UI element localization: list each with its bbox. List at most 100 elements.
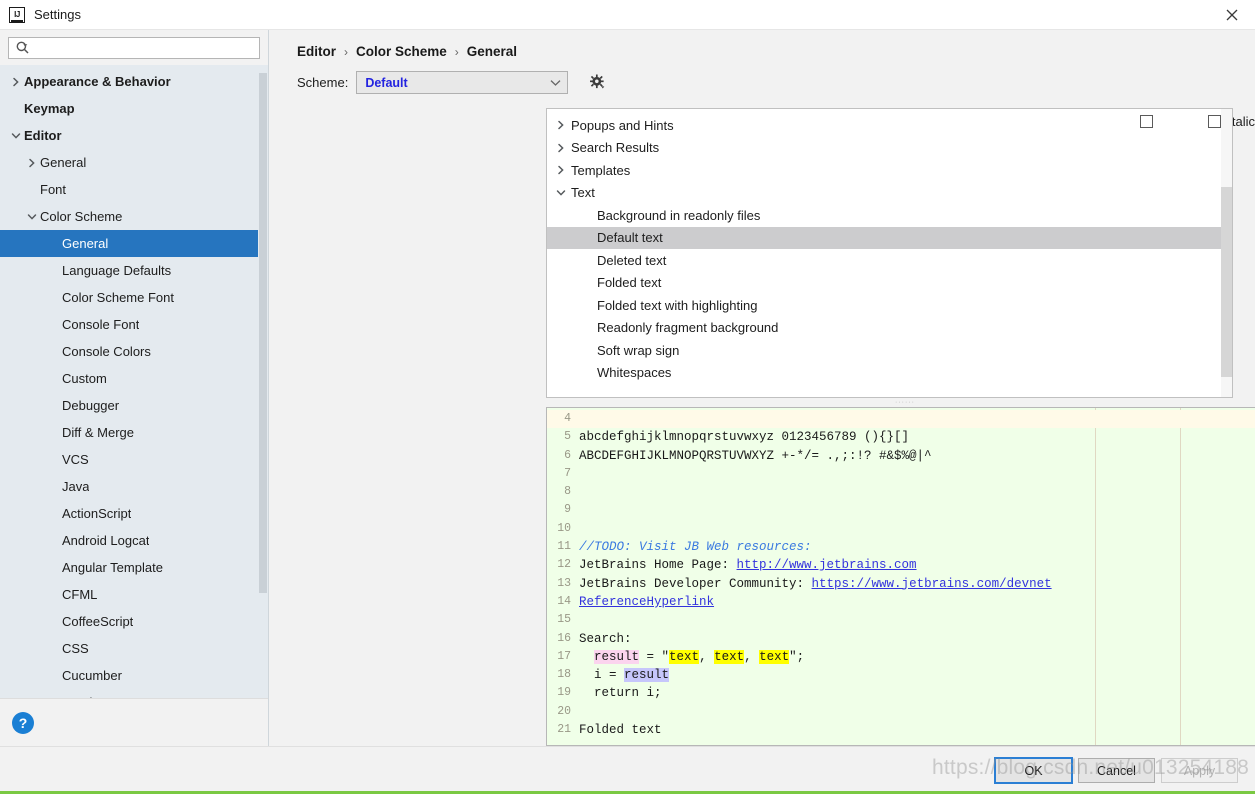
color-tree-node-readonly-fragment-background[interactable]: Readonly fragment background <box>547 317 1232 340</box>
code-line: 12 JetBrains Home Page: http://www.jetbra… <box>547 556 1255 574</box>
cancel-button[interactable]: Cancel <box>1078 758 1155 783</box>
sidebar-item-vcs[interactable]: VCS <box>0 446 268 473</box>
color-tree-node-background-in-readonly-files[interactable]: Background in readonly files <box>547 204 1232 227</box>
sidebar-item-label: Color Scheme <box>40 209 123 224</box>
code-line: 10 <box>547 520 1255 538</box>
sidebar-item-android-logcat[interactable]: Android Logcat <box>0 527 268 554</box>
sidebar-item-database[interactable]: Database <box>0 689 268 698</box>
ok-button[interactable]: OK <box>994 757 1073 784</box>
code-token: JetBrains Developer Community: <box>579 576 812 591</box>
code-lines: 4 5 abcdefghijklmnopqrstuvwxyz 0123456789 … <box>547 408 1255 739</box>
tree-toggle-icon[interactable] <box>8 77 24 87</box>
search-box[interactable] <box>8 37 260 59</box>
bold-checkbox[interactable] <box>1140 115 1154 128</box>
code-preview[interactable]: 4 5 abcdefghijklmnopqrstuvwxyz 0123456789 … <box>546 407 1255 746</box>
sidebar-item-editor[interactable]: Editor <box>0 122 268 149</box>
sidebar-item-font[interactable]: Font <box>0 176 268 203</box>
code-token: JetBrains Home Page: <box>579 558 737 573</box>
tree-toggle-icon[interactable] <box>551 188 571 198</box>
close-glyph <box>1226 9 1238 21</box>
code-line: 15 <box>547 611 1255 629</box>
sidebar-item-console-colors[interactable]: Console Colors <box>0 338 268 365</box>
code-token: https://www.jetbrains.com/devnet <box>811 576 1052 591</box>
color-tree-node-deleted-text[interactable]: Deleted text <box>547 249 1232 272</box>
sidebar-item-java[interactable]: Java <box>0 473 268 500</box>
line-number: 4 <box>564 412 571 425</box>
settings-content-pane: Editor › Color Scheme › General Scheme: … <box>269 30 1255 746</box>
tree-toggle-icon[interactable] <box>551 165 571 175</box>
line-number: 13 <box>557 576 571 590</box>
title-bar: Settings <box>0 0 1255 30</box>
color-tree-node-folded-text[interactable]: Folded text <box>547 272 1232 295</box>
color-tree-node-search-results[interactable]: Search Results <box>547 137 1232 160</box>
sidebar-item-appearance-behavior[interactable]: Appearance & Behavior <box>0 68 268 95</box>
sidebar-item-label: Custom <box>62 371 107 386</box>
scheme-select[interactable]: Default <box>356 71 569 94</box>
sidebar-item-cfml[interactable]: CFML <box>0 581 268 608</box>
sidebar-item-coffeescript[interactable]: CoffeeScript <box>0 608 268 635</box>
code-token: ABCDEFGHIJKLMNOPQRSTUVWXYZ +-*/= .,;:!? … <box>579 448 932 463</box>
sidebar-item-actionscript[interactable]: ActionScript <box>0 500 268 527</box>
sidebar-item-angular-template[interactable]: Angular Template <box>0 554 268 581</box>
sidebar-item-label: Java <box>62 479 90 494</box>
line-text: Folded text <box>577 721 1255 739</box>
color-tree-node-templates[interactable]: Templates <box>547 159 1232 182</box>
tree-toggle-icon[interactable] <box>24 212 40 222</box>
sidebar-item-custom[interactable]: Custom <box>0 365 268 392</box>
chevron-down-icon <box>550 79 561 86</box>
color-tree-node-default-text[interactable]: Default text <box>547 226 1232 249</box>
sidebar-scrollbar-track[interactable] <box>258 65 268 698</box>
line-text: JetBrains Developer Community: https://w… <box>577 575 1255 593</box>
color-tree-node-text[interactable]: Text <box>547 182 1232 205</box>
tree-toggle-icon[interactable] <box>24 158 40 168</box>
gear-icon[interactable] <box>586 72 608 94</box>
italic-checkbox[interactable] <box>1208 115 1222 128</box>
line-text: JetBrains Home Page: http://www.jetbrain… <box>577 556 1255 574</box>
line-number: 12 <box>557 558 571 572</box>
sidebar-item-label: Console Colors <box>62 344 151 359</box>
sidebar-item-keymap[interactable]: Keymap <box>0 95 268 122</box>
settings-sidebar: Appearance & Behavior Keymap Editor General… <box>0 30 269 746</box>
sidebar-item-console-font[interactable]: Console Font <box>0 311 268 338</box>
line-number: 6 <box>564 448 571 462</box>
line-text: result = "text, text, text"; <box>577 648 1255 666</box>
sidebar-item-color-scheme-font[interactable]: Color Scheme Font <box>0 284 268 311</box>
breadcrumb-separator-2: › <box>454 44 459 59</box>
search-input[interactable] <box>34 39 259 57</box>
tree-toggle-icon[interactable] <box>8 131 24 141</box>
preview-splitter[interactable]: ······ <box>546 398 1255 407</box>
code-token: result <box>594 649 640 664</box>
sidebar-item-label: Android Logcat <box>62 533 150 548</box>
tree-toggle-icon[interactable] <box>551 120 571 130</box>
sidebar-item-cucumber[interactable]: Cucumber <box>0 662 268 689</box>
breadcrumb-editor[interactable]: Editor <box>297 44 336 59</box>
color-tree-node-soft-wrap-sign[interactable]: Soft wrap sign <box>547 339 1232 362</box>
color-tree-scrollbar-track[interactable] <box>1221 109 1232 397</box>
tree-toggle-icon[interactable] <box>551 143 571 153</box>
sidebar-item-color-scheme[interactable]: Color Scheme <box>0 203 268 230</box>
close-icon[interactable] <box>1209 0 1255 30</box>
breadcrumb: Editor › Color Scheme › General <box>269 30 1255 59</box>
sidebar-item-label: CoffeeScript <box>62 614 134 629</box>
sidebar-item-general[interactable]: General <box>0 230 268 257</box>
breadcrumb-color-scheme[interactable]: Color Scheme <box>356 44 447 59</box>
sidebar-item-general[interactable]: General <box>0 149 268 176</box>
color-tree-node-label: Popups and Hints <box>571 117 674 133</box>
sidebar-item-diff-merge[interactable]: Diff & Merge <box>0 419 268 446</box>
line-number: 19 <box>557 686 571 700</box>
sidebar-scrollbar-thumb[interactable] <box>259 73 267 593</box>
line-number: 9 <box>564 503 571 517</box>
sidebar-item-css[interactable]: CSS <box>0 635 268 662</box>
chevron-right-icon <box>558 121 564 130</box>
sidebar-item-label: VCS <box>62 452 89 467</box>
sidebar-item-label: Cucumber <box>62 668 122 683</box>
sidebar-item-debugger[interactable]: Debugger <box>0 392 268 419</box>
color-tree-node-popups-and-hints[interactable]: Popups and Hints <box>547 114 1232 137</box>
color-tree-node-folded-text-with-highlighting[interactable]: Folded text with highlighting <box>547 294 1232 317</box>
color-tree-scrollbar-thumb[interactable] <box>1221 187 1232 377</box>
help-question-icon[interactable]: ? <box>12 711 34 734</box>
color-tree-node-label: Whitespaces <box>597 365 672 381</box>
line-number: 16 <box>557 631 571 645</box>
color-tree-node-whitespaces[interactable]: Whitespaces <box>547 362 1232 385</box>
sidebar-item-language-defaults[interactable]: Language Defaults <box>0 257 268 284</box>
